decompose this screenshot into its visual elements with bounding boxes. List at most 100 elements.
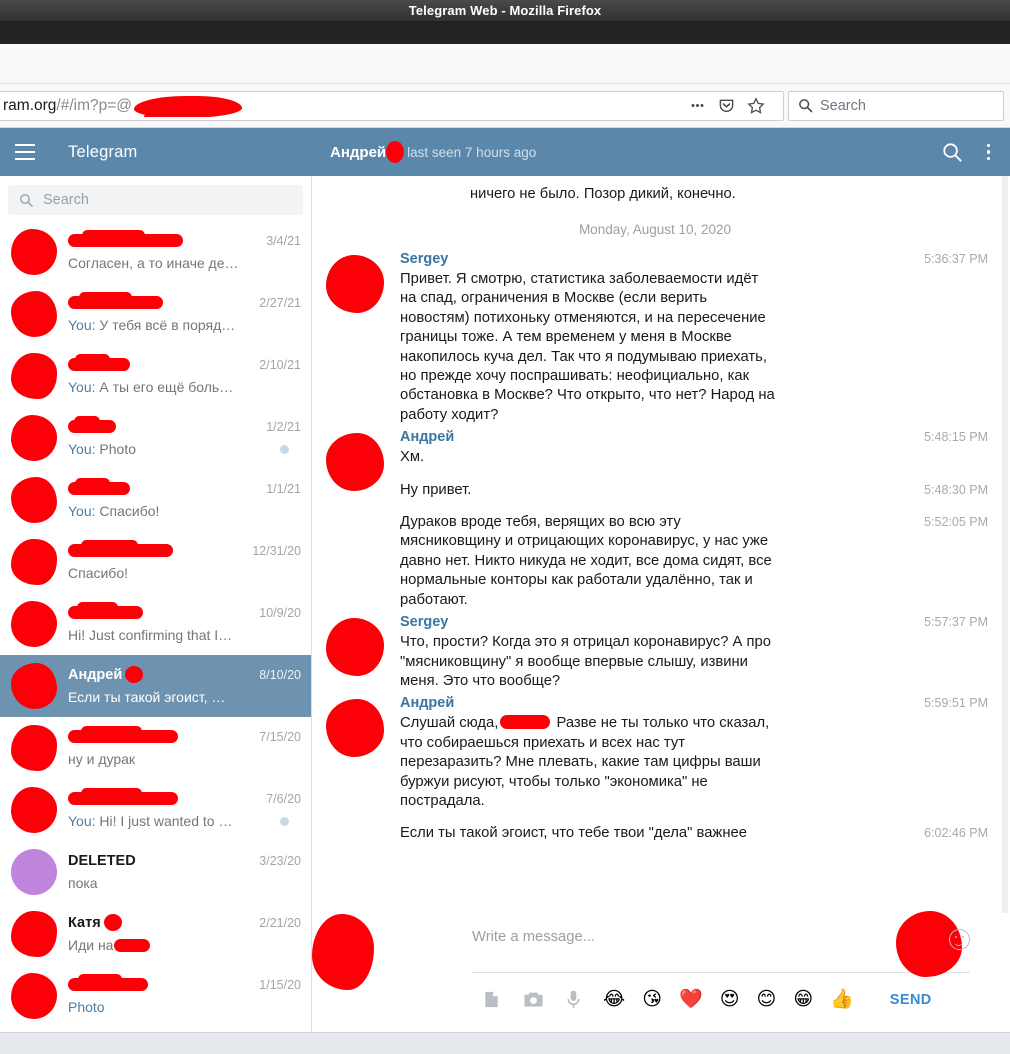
message-author: Андрей <box>400 695 455 712</box>
smiley-face-icon[interactable] <box>949 929 970 950</box>
chat-item-content: 7/15/20 ну и дурак <box>68 726 301 770</box>
search-icon <box>19 193 34 208</box>
camera-icon[interactable] <box>523 990 544 1009</box>
date-separator: Monday, August 10, 2020 <box>578 222 732 237</box>
chat-item-preview: Согласен, а то иначе де… <box>68 255 239 271</box>
chat-item-date: 1/1/21 <box>266 481 301 496</box>
message-author: Sergey <box>400 251 449 267</box>
message-group: Андрей 5:48:15 PM Хм. Ну привет. 5:48:30 PM Д… <box>312 429 998 614</box>
file-attach-icon[interactable] <box>482 990 501 1009</box>
kebab-menu-icon[interactable] <box>986 143 990 161</box>
avatar <box>11 787 57 833</box>
chat-list: 3/4/21 Согласен, а то иначе де… 2/27/21 You… <box>0 221 311 1027</box>
chat-list-item[interactable]: DELETED 3/23/20 пока <box>0 841 311 903</box>
blush-emoji[interactable]: 😊 <box>757 990 777 1009</box>
chat-item-preview: You: Photo <box>68 441 136 457</box>
chat-list-item[interactable]: 1/2/21 You: Photo <box>0 407 311 469</box>
message-timestamp: 5:48:15 PM <box>924 430 988 445</box>
chat-list-item[interactable]: Катя 2/21/20 Иди на <box>0 903 311 965</box>
preview-sender-prefix: You: <box>68 317 100 333</box>
chat-list-item[interactable]: 1/15/20 Photo <box>0 965 311 1027</box>
grin-emoji[interactable]: 😁 <box>793 990 813 1009</box>
preview-sender-prefix: You: <box>68 813 100 829</box>
message-avatar[interactable] <box>326 618 384 677</box>
search-icon[interactable] <box>942 142 963 163</box>
thumbs-up-emoji[interactable]: 👍 <box>830 990 854 1009</box>
message-body: Андрей 5:59:51 PM Слушай сюда, Разве не ты… <box>400 695 998 843</box>
avatar-deleted <box>11 849 57 895</box>
message-item: Если ты такой эгоист, что тебе твои "дел… <box>400 824 988 843</box>
chat-item-preview: ну и дурак <box>68 751 136 767</box>
message-avatar[interactable] <box>326 255 384 313</box>
message-avatar[interactable] <box>326 699 384 758</box>
chat-name-redaction-blob <box>68 540 173 557</box>
pocket-icon[interactable] <box>718 97 735 114</box>
chat-item-content: Андрей 8/10/20 Если ты такой эгоист, … <box>68 664 301 708</box>
red-heart-emoji[interactable]: ❤️ <box>679 990 703 1009</box>
chat-name-redaction-dot <box>125 666 144 683</box>
message-input[interactable]: Write a message... <box>472 929 970 973</box>
chat-list-item[interactable]: 10/9/20 Hi! Just confirming that I… <box>0 593 311 655</box>
microphone-icon[interactable] <box>566 989 581 1010</box>
composer-left-redaction-blob <box>312 914 374 990</box>
chat-item-header: DELETED 3/23/20 <box>68 850 301 871</box>
chat-list-item[interactable]: 7/6/20 You: Hi! I just wanted to … <box>0 779 311 841</box>
chat-item-preview-row: ну и дурак <box>68 748 301 770</box>
avatar <box>11 973 57 1019</box>
url-redaction-blob <box>134 95 243 117</box>
message-timestamp: 6:02:46 PM <box>924 826 988 841</box>
chat-list-item[interactable]: 2/10/21 You: А ты его ещё боль… <box>0 345 311 407</box>
chat-list-item[interactable]: 1/1/21 You: Спасибо! <box>0 469 311 531</box>
chat-list-item[interactable]: Андрей 8/10/20 Если ты такой эгоист, … <box>0 655 311 717</box>
message-avatar[interactable] <box>326 433 384 492</box>
search-input[interactable]: Search <box>8 185 303 215</box>
chat-item-date: 3/23/20 <box>259 853 301 868</box>
window-title: Telegram Web - Mozilla Firefox <box>408 3 602 18</box>
message-input-placeholder: Write a message... <box>472 929 596 945</box>
message-item: Дураков вроде тебя, верящих во всю эту м… <box>400 513 988 610</box>
message-group: Sergey 5:36:37 PM Привет. Я смотрю, статис… <box>312 251 998 429</box>
chat-list-item[interactable]: 2/27/21 You: У тебя всё в поряд… <box>0 283 311 345</box>
message-body: Sergey 5:57:37 PM Что, прости? Когда это я… <box>400 614 998 691</box>
hamburger-menu-icon[interactable] <box>0 128 50 176</box>
chat-item-header: Андрей 8/10/20 <box>68 664 301 685</box>
partial-message-line: ничего не было. Позор дикий, конечно. <box>470 186 736 202</box>
page-actions-icon[interactable] <box>689 97 706 114</box>
chat-item-content: DELETED 3/23/20 пока <box>68 850 301 894</box>
address-bar[interactable]: ram.org/#/im?p=@ <box>0 90 784 121</box>
message-composer: Write a message... 😂 😘 ❤️ 😍 😊 😁 👍 SEND <box>312 911 1010 1032</box>
chat-item-content: 2/27/21 You: У тебя всё в поряд… <box>68 292 301 336</box>
avatar <box>11 911 57 957</box>
app-body: Search 3/4/21 Согласен, а то иначе де… 2/2… <box>0 176 1010 1032</box>
message-text: Привет. Я смотрю, статистика заболеваемо… <box>400 271 775 423</box>
chat-item-preview: пока <box>68 875 98 891</box>
bookmark-star-icon[interactable] <box>747 96 765 115</box>
avatar <box>11 291 57 337</box>
message-text: Что, прости? Когда это я отрицал коронав… <box>400 634 771 689</box>
url-path: /#/im?p=@ <box>56 96 133 114</box>
joy-emoji[interactable]: 😂 <box>603 990 625 1009</box>
chat-list-item[interactable]: 7/15/20 ну и дурак <box>0 717 311 779</box>
chat-item-date: 8/10/20 <box>259 667 301 682</box>
kissing-heart-emoji[interactable]: 😘 <box>642 990 662 1009</box>
chat-list-item[interactable]: 3/4/21 Согласен, а то иначе де… <box>0 221 311 283</box>
peer-status: last seen 7 hours ago <box>407 144 537 160</box>
header-actions <box>942 142 1010 163</box>
peer-info[interactable]: Андрей last seen 7 hours ago <box>330 128 536 176</box>
avatar <box>11 601 57 647</box>
chat-name-redaction-blob <box>68 416 116 433</box>
browser-tabstrip[interactable] <box>0 22 1010 44</box>
chat-item-content: 3/4/21 Согласен, а то иначе де… <box>68 230 301 274</box>
browser-search-box[interactable]: Search <box>788 90 1004 121</box>
send-button[interactable]: SEND <box>890 992 932 1008</box>
chat-item-content: 1/15/20 Photo <box>68 974 301 1018</box>
heart-eyes-emoji[interactable]: 😍 <box>720 990 740 1009</box>
chat-item-preview: Photo <box>68 999 105 1015</box>
browser-status-area <box>0 1032 1010 1054</box>
message-header: Андрей 5:59:51 PM <box>400 695 988 711</box>
chat-list-item[interactable]: 12/31/20 Спасибо! <box>0 531 311 593</box>
chat-name-redaction-blob <box>68 974 148 991</box>
chat-item-date: 10/9/20 <box>259 605 301 620</box>
chat-item-preview-row: You: Photo <box>68 438 301 460</box>
chat-item-date: 2/27/21 <box>259 295 301 310</box>
